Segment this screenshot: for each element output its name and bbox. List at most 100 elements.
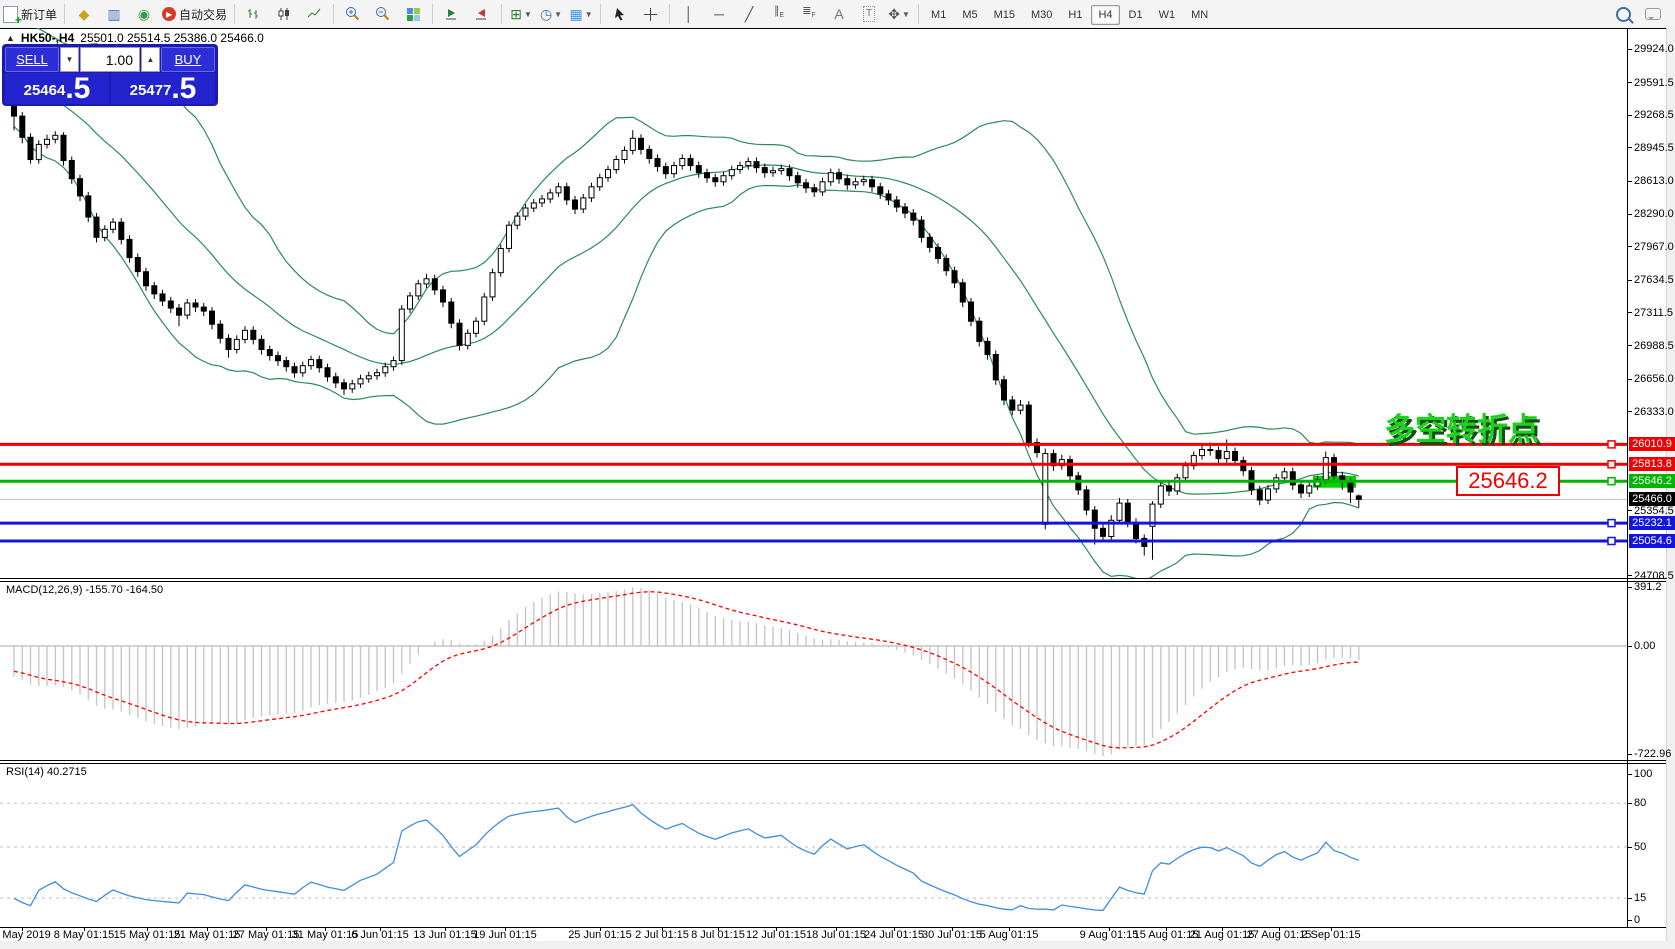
candle-body [919, 220, 924, 237]
profiles-dropdown[interactable]: ◷▼ [537, 2, 565, 26]
line-handle[interactable] [1608, 478, 1615, 485]
zoom-out-icon [375, 6, 391, 22]
candle-body [399, 309, 404, 361]
candle-body [185, 303, 190, 315]
volume-decrease-button[interactable]: ▼ [60, 47, 79, 72]
macd-pane[interactable] [0, 582, 1666, 760]
zoom-in-button[interactable] [339, 2, 367, 26]
buy-button[interactable]: BUY [161, 47, 215, 72]
label-tool[interactable]: T [855, 2, 883, 26]
chat-button[interactable] [1639, 2, 1667, 26]
bollinger-lower-band [14, 127, 1359, 579]
price-line-label[interactable]: 25646.2 [1629, 474, 1675, 488]
candle-body [94, 217, 99, 237]
data-window-button[interactable]: ▥ [100, 2, 128, 26]
candle-body [639, 138, 644, 149]
candle-body [416, 284, 421, 296]
price-line-label[interactable]: 25054.6 [1629, 534, 1675, 548]
pane-separator [0, 763, 1666, 764]
candle-body [61, 135, 66, 160]
new-chart-dropdown[interactable]: ⊞▼ [507, 2, 535, 26]
price-callout-label[interactable]: 25646.2 [1456, 466, 1560, 496]
candle-body [333, 377, 338, 383]
candle-body [309, 360, 314, 366]
timeframe-MN[interactable]: MN [1184, 5, 1215, 25]
volume-increase-button[interactable]: ▲ [141, 47, 160, 72]
price-line-label[interactable]: 25813.8 [1629, 457, 1675, 471]
timeframe-D1[interactable]: D1 [1122, 5, 1150, 25]
candle-body [498, 249, 503, 273]
search-button[interactable] [1609, 2, 1637, 26]
timeframe-H1[interactable]: H1 [1061, 5, 1089, 25]
candle-body [1216, 451, 1221, 459]
timeframe-M1[interactable]: M1 [924, 5, 953, 25]
zoom-out-button[interactable] [369, 2, 397, 26]
candle-body [688, 159, 693, 166]
timeframe-W1[interactable]: W1 [1152, 5, 1183, 25]
candle-body [119, 222, 124, 239]
line-handle[interactable] [1608, 520, 1615, 527]
fibonacci-tool[interactable]: ≣F [795, 2, 823, 26]
candle-body [960, 283, 965, 302]
toolbar-separator [501, 4, 502, 24]
candle-body [721, 176, 726, 182]
vertical-line-tool[interactable]: │ [675, 2, 703, 26]
rsi-pane[interactable] [0, 764, 1666, 927]
templates-dropdown[interactable]: ▦▼ [567, 2, 595, 26]
pane-separator[interactable] [0, 578, 1666, 579]
sell-button[interactable]: SELL [5, 47, 59, 72]
new-order-button[interactable]: 新订单 [1, 2, 59, 26]
tile-windows-button[interactable] [399, 2, 427, 26]
candle-body [1356, 496, 1361, 500]
price-line-label[interactable]: 25232.1 [1629, 516, 1675, 530]
candle-body [226, 338, 231, 349]
ohlc-values: 25501.0 25514.5 25386.0 25466.0 [80, 31, 264, 45]
market-watch-button[interactable]: ◆ [70, 2, 98, 26]
sell-price-button[interactable]: 25464 .5 [5, 73, 109, 104]
crosshair-button[interactable] [636, 2, 664, 26]
timeframe-M30[interactable]: M30 [1024, 5, 1059, 25]
buy-price-button[interactable]: 25477 .5 [111, 73, 215, 104]
text-tool[interactable]: A [825, 2, 853, 26]
candle-body [391, 361, 396, 367]
volume-input[interactable] [80, 47, 140, 72]
navigator-button[interactable]: ◉ [130, 2, 158, 26]
bar-chart-button[interactable] [240, 2, 268, 26]
pane-separator[interactable] [0, 760, 1666, 761]
chart-shift-button[interactable] [468, 2, 496, 26]
turning-point-annotation[interactable]: 多空转折点 [1384, 404, 1539, 449]
candle-body [597, 178, 602, 187]
horizontal-line-tool[interactable]: ─ [705, 2, 733, 26]
timeframe-M5[interactable]: M5 [955, 5, 984, 25]
window-edge [0, 941, 1675, 949]
candle-body [276, 356, 281, 361]
toolbar-separator [600, 4, 601, 24]
line-chart-button[interactable] [300, 2, 328, 26]
candle-body [383, 367, 388, 373]
line-handle[interactable] [1608, 441, 1615, 448]
candle-body [771, 171, 776, 173]
chart-shift-icon [474, 7, 490, 21]
timeframe-H4[interactable]: H4 [1091, 5, 1119, 25]
price-line-label[interactable]: 26010.9 [1629, 437, 1675, 451]
trendline-tool[interactable]: ╱ [735, 2, 763, 26]
arrows-dropdown[interactable]: ✥▼ [885, 2, 913, 26]
candle-body [523, 208, 528, 216]
candle-body [1332, 458, 1337, 476]
candle-body [251, 330, 256, 339]
main-chart-pane[interactable] [0, 28, 1666, 578]
cursor-button[interactable] [606, 2, 634, 26]
auto-scroll-button[interactable] [438, 2, 466, 26]
one-click-toggle-icon[interactable]: ▲ [6, 33, 15, 43]
candlestick-chart-button[interactable] [270, 2, 298, 26]
line-handle[interactable] [1608, 461, 1615, 468]
vertical-line-icon: │ [685, 7, 694, 21]
auto-trading-button[interactable]: ▶ 自动交易 [160, 2, 229, 26]
chevron-down-icon: ▼ [524, 10, 532, 19]
line-handle[interactable] [1608, 538, 1615, 545]
channel-tool[interactable]: ∥E [765, 2, 793, 26]
search-icon [1616, 7, 1631, 22]
candle-body [284, 361, 289, 367]
timeframe-M15[interactable]: M15 [987, 5, 1022, 25]
mt4-window: 新订单 ◆ ▥ ◉ ▶ 自动交易 ⊞▼ ◷▼ ▦▼ │ ─ ╱ ∥E ≣F A [0, 0, 1675, 949]
